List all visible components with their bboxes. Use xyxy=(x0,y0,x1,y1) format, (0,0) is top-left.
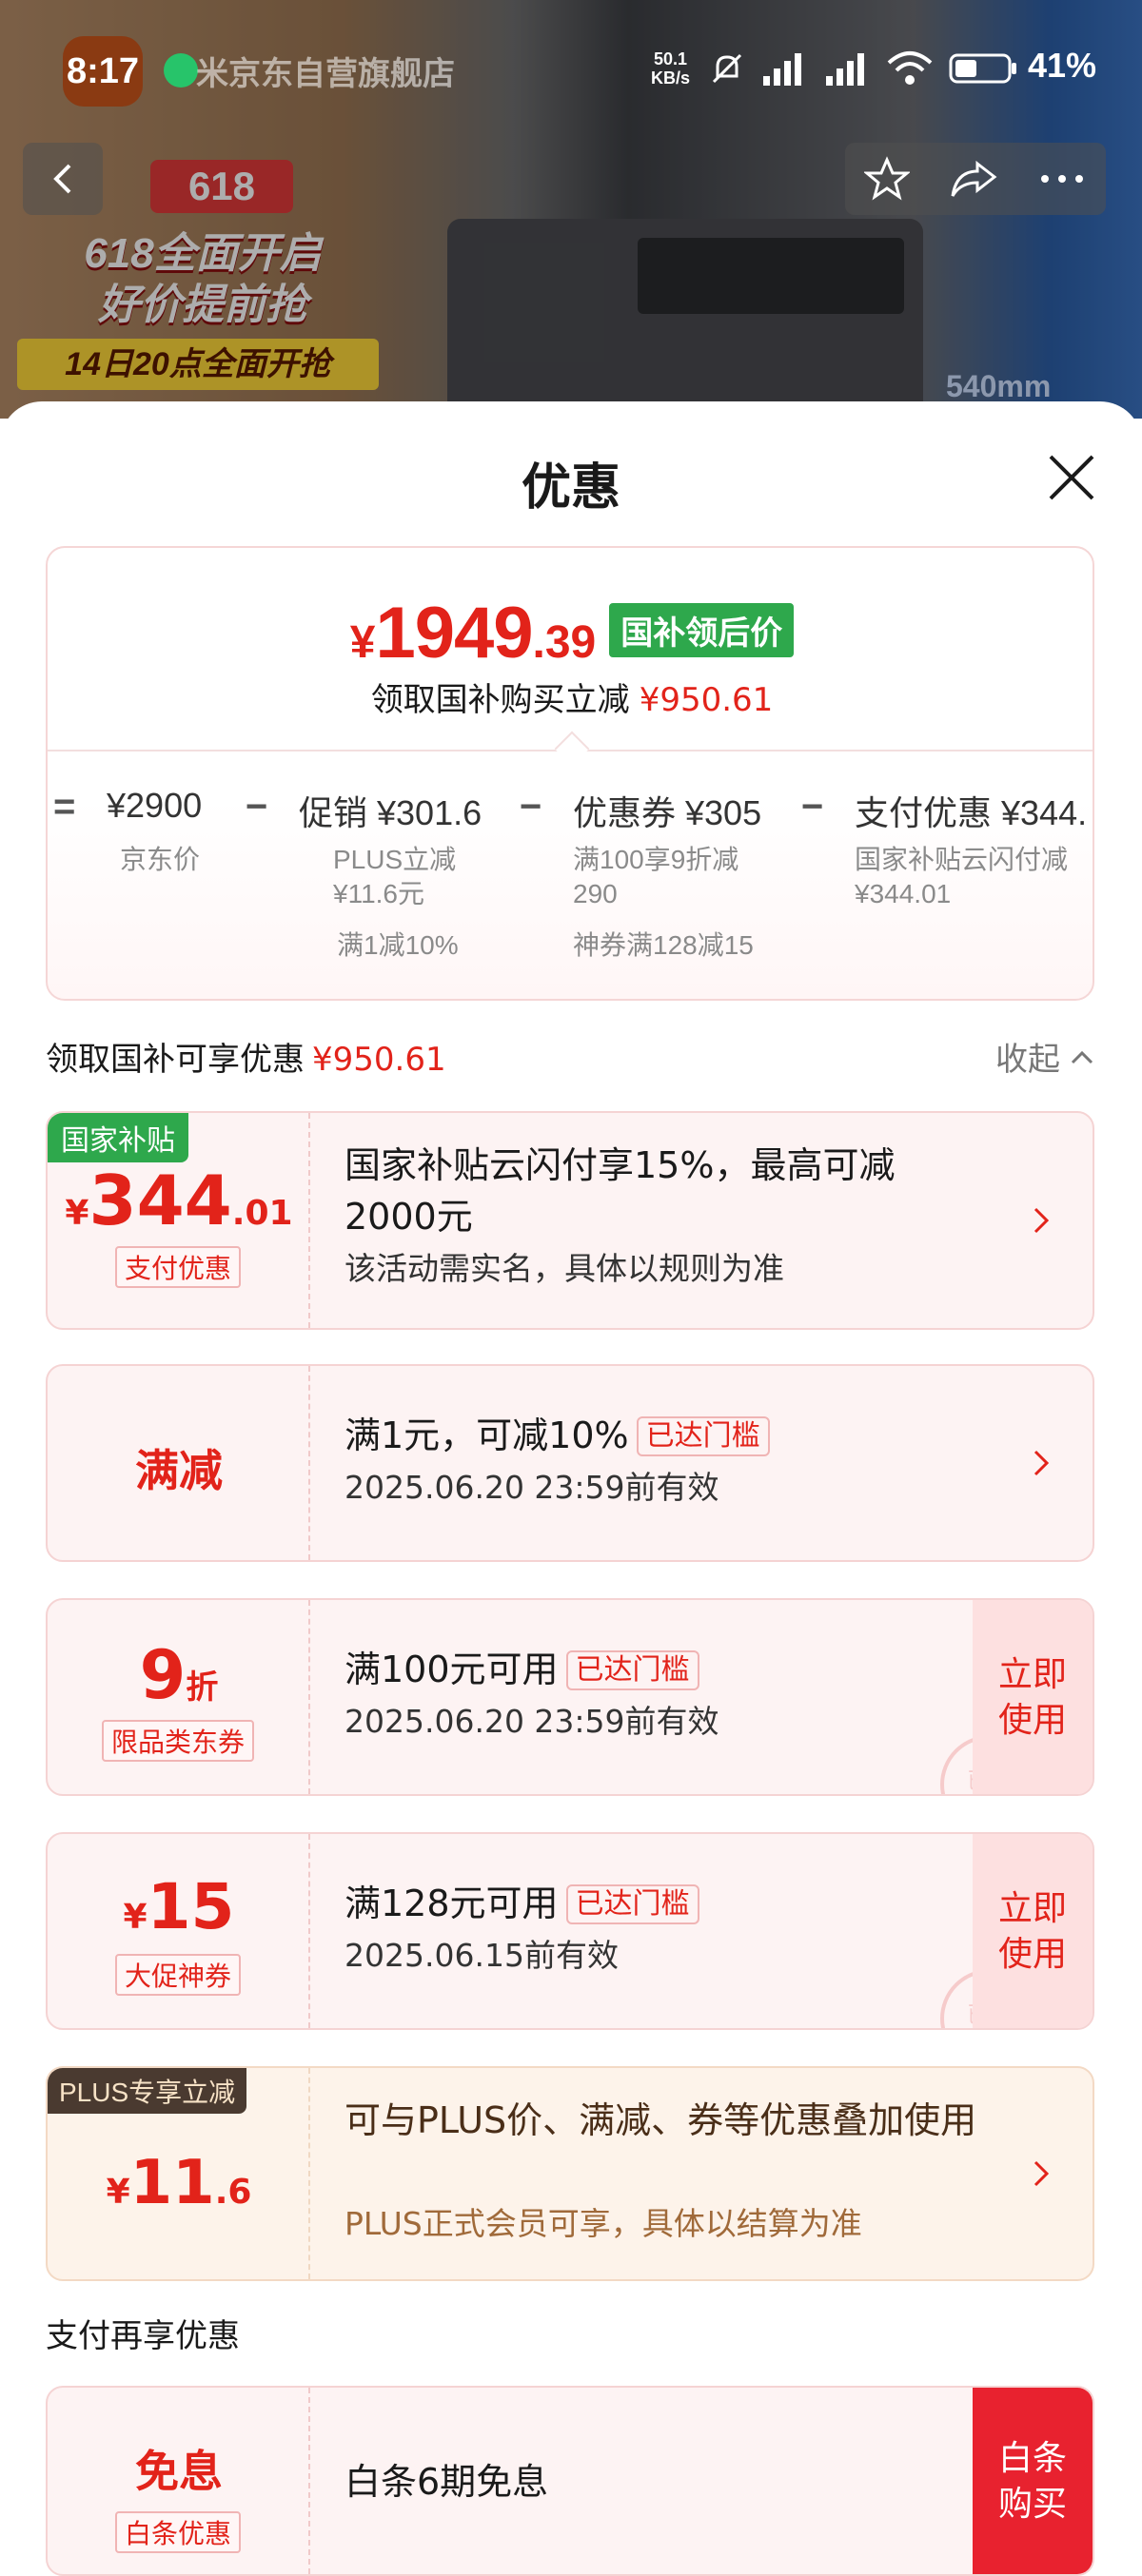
calc-sub: 满100享9折减 290 xyxy=(573,845,739,908)
offer-card-coupon-amount: ¥15 大促神券 满128元可用已达门槛 2025.06.15前有效 已领 立即… xyxy=(46,1832,1094,2030)
calc-sub: 神券满128减15 xyxy=(573,930,754,960)
chevron-right-icon xyxy=(1034,1450,1050,1476)
offer-type-tag: 限品类东券 xyxy=(101,1720,255,1762)
offer-desc: 该活动需实名，具体以规则为准 xyxy=(345,1250,784,1287)
baitiao-buy-button[interactable]: 白条 购买 xyxy=(973,2388,1093,2574)
status-bar: 8:17 米京东自营旗舰店 50.1 KB/s 41% xyxy=(0,0,1142,133)
mute-bell-icon xyxy=(712,53,742,84)
offer-type-tag: 大促神券 xyxy=(114,1954,242,1996)
offer-title: 白条6期免息 xyxy=(345,2461,549,2503)
threshold-badge: 已达门槛 xyxy=(565,1884,699,1924)
offer-card-coupon-discount: 9折 限品类东券 满100元可用 已达门槛 2025.06.20 23:59前有效… xyxy=(46,1598,1094,1796)
wechat-icon xyxy=(164,53,198,88)
offer-title: 满1元，可减10% 已达门槛 xyxy=(345,1410,770,1461)
save-amount: ¥950.61 xyxy=(639,681,774,719)
offer-title: 满128元可用 已达门槛 xyxy=(345,1878,699,1929)
offer-card-fullreduce[interactable]: 满减 满1元，可减10% 已达门槛 2025.06.20 23:59前有效 xyxy=(46,1364,1094,1562)
calc-head: ¥2900 xyxy=(107,786,203,825)
calc-sub: 满1减10% xyxy=(337,930,459,960)
chevron-right-icon xyxy=(1034,2160,1050,2187)
final-price: ¥ 1949 .39 国补领后价 xyxy=(48,592,1093,674)
subsidy-corner-tag: 国家补贴 xyxy=(48,1113,188,1162)
offer-card-baitiao: 免息 白条优惠 白条6期免息 白条 购买 xyxy=(46,2386,1094,2576)
offer-amount: ¥11.6 xyxy=(106,2148,252,2218)
threshold-badge: 已达门槛 xyxy=(565,1650,699,1690)
offer-card-subsidy[interactable]: 国家补贴 ¥344.01 支付优惠 国家补贴云闪付享15%，最高可减2000元 … xyxy=(46,1111,1094,1330)
offer-desc: 2025.06.20 23:59前有效 xyxy=(345,1703,719,1740)
offer-title: 可与PLUS价、满减、券等优惠叠加使用 xyxy=(345,2099,977,2141)
offer-card-plus[interactable]: PLUS专享立减 ¥11.6 可与PLUS价、满减、券等优惠叠加使用 PLUS正… xyxy=(46,2066,1094,2281)
battery-percent: 41% xyxy=(1028,46,1097,85)
offer-amount: ¥344.01 xyxy=(65,1161,293,1240)
calc-sub: 京东价 xyxy=(120,845,201,874)
offer-type-tag: 支付优惠 xyxy=(114,1246,242,1288)
price-summary-card: ¥ 1949 .39 国补领后价 领取国补购买立减 ¥950.61 = ¥2900… xyxy=(46,546,1094,1001)
shop-name: 米京东自营旗舰店 xyxy=(196,56,455,92)
back-button[interactable] xyxy=(23,143,103,215)
offer-desc: PLUS正式会员可享，具体以结算为准 xyxy=(345,2205,862,2242)
offer-title: 国家补贴云闪付享15%，最高可减2000元 xyxy=(345,1144,896,1238)
calc-sub: PLUS立减 ¥11.6元 xyxy=(333,845,457,908)
offer-desc: 2025.06.20 23:59前有效 xyxy=(345,1469,719,1506)
close-icon[interactable] xyxy=(1043,449,1100,506)
share-icon[interactable] xyxy=(949,156,998,202)
offer-type-tag: 白条优惠 xyxy=(114,2511,242,2553)
save-row: 领取国补购买立减 ¥950.61 xyxy=(370,681,774,719)
offer-amount: 9折 xyxy=(139,1636,219,1714)
threshold-badge: 已达门槛 xyxy=(636,1416,770,1456)
signal-icon xyxy=(826,53,864,86)
star-icon[interactable] xyxy=(864,156,911,202)
nav-actions xyxy=(845,143,1106,215)
calc-head: 优惠券 ¥305 xyxy=(573,793,762,832)
use-now-button[interactable]: 立即 使用 xyxy=(973,1834,1093,2028)
calc-head: 支付优惠 ¥344. xyxy=(855,793,1088,832)
use-now-button[interactable]: 立即 使用 xyxy=(973,1600,1093,1794)
chevron-right-icon xyxy=(1034,1207,1050,1234)
discount-sheet: 优惠 ¥ 1949 .39 国补领后价 领取国补购买立减 ¥950.61 = ¥2… xyxy=(0,401,1142,2576)
subsidy-price-tag: 国补领后价 xyxy=(609,603,795,657)
status-time: 8:17 xyxy=(66,51,140,91)
calc-head: 促销 ¥301.6 xyxy=(299,793,482,832)
offer-amount: 免息 xyxy=(135,2446,223,2497)
chevron-up-icon xyxy=(1071,1050,1093,1064)
subsidy-section-label: 领取国补可享优惠 ¥950.61 xyxy=(46,1041,446,1079)
calc-op: − xyxy=(801,786,824,828)
more-icon[interactable] xyxy=(1037,156,1087,202)
net-speed: 50.1 KB/s xyxy=(651,49,691,88)
calc-op: = xyxy=(53,786,76,828)
pay-section-label: 支付再享优惠 xyxy=(46,2317,240,2355)
offer-desc: 2025.06.15前有效 xyxy=(345,1937,619,1974)
product-backdrop: 618 618全面开启 好价提前抢 14日20点全面开抢 540mm 8:17 … xyxy=(0,0,1142,419)
plus-corner-tag: PLUS专享立减 xyxy=(48,2068,247,2114)
signal-icon xyxy=(763,53,801,86)
sheet-title: 优惠 xyxy=(521,460,620,516)
calc-op: − xyxy=(520,786,542,828)
offer-title: 满100元可用 已达门槛 xyxy=(345,1644,699,1695)
calc-sub: 国家补贴云闪付减 ¥344.01 xyxy=(855,845,1069,908)
calc-op: − xyxy=(246,786,268,828)
wifi-icon xyxy=(887,51,933,85)
offer-amount: 满减 xyxy=(135,1445,223,1496)
battery-icon xyxy=(949,53,1016,84)
offer-amount: ¥15 xyxy=(123,1870,235,1943)
price-breakdown: = ¥2900 京东价 − 促销 ¥301.6 PLUS立减 ¥11.6元 满1… xyxy=(48,786,1093,995)
chevron-left-icon xyxy=(53,164,71,194)
collapse-toggle[interactable]: 收起 xyxy=(995,1033,1094,1080)
